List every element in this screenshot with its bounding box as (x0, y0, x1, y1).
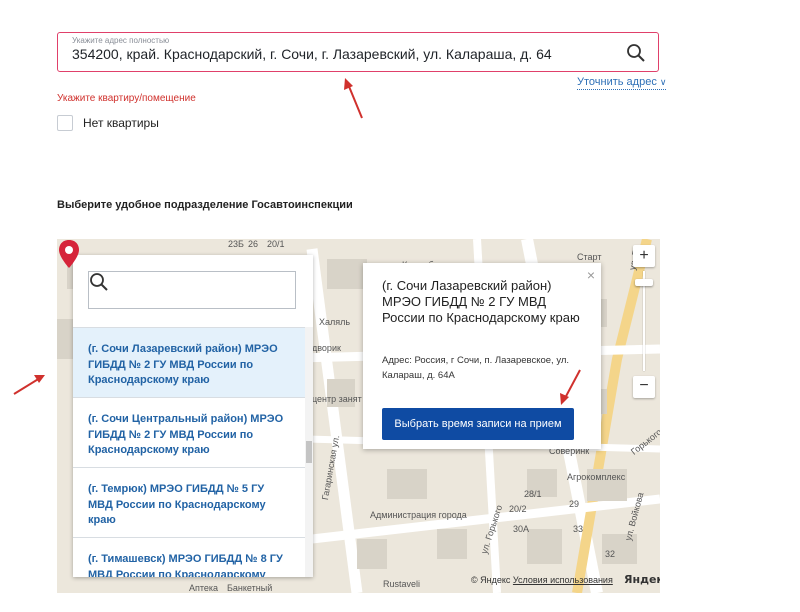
map[interactable]: 23Б 26 20/1 Коломбино Старт Халяль двори… (57, 239, 660, 593)
map-label: Старт (577, 252, 602, 262)
map-label: Аптека (189, 583, 219, 593)
address-input[interactable]: 354200, край. Краснодарский, г. Сочи, г.… (72, 46, 552, 62)
office-item-temryuk[interactable]: (г. Темрюк) МРЭО ГИБДД № 5 ГУ МВД России… (73, 467, 305, 537)
map-label: 20/1 (267, 239, 285, 249)
map-label: Банкетный (227, 583, 273, 593)
annotation-arrow-icon (344, 78, 363, 119)
list-scrollbar-thumb[interactable] (306, 441, 312, 463)
office-item-sochi-lazarevsky[interactable]: (г. Сочи Лазаревский район) МРЭО ГИБДД №… (73, 327, 305, 397)
map-label: дворик (312, 343, 341, 353)
map-label: Администрация города (370, 510, 467, 520)
apartment-error: Укажите квартиру/помещение (57, 93, 196, 104)
zoom-in-button[interactable]: + (633, 245, 655, 267)
map-label: 33 (573, 524, 584, 534)
office-list-panel: (г. Сочи Лазаревский район) МРЭО ГИБДД №… (73, 255, 313, 577)
map-label: 29 (569, 499, 580, 509)
office-popup: × (г. Сочи Лазаревский район) МРЭО ГИБДД… (363, 263, 601, 449)
no-apartment-checkbox[interactable] (57, 115, 73, 131)
zoom-slider-handle[interactable] (635, 279, 653, 286)
annotation-arrow-icon (13, 375, 45, 395)
popup-title: (г. Сочи Лазаревский район) МРЭО ГИБДД №… (382, 278, 580, 325)
chevron-down-icon: ∨ (659, 77, 667, 87)
map-label: 20/2 (509, 504, 527, 514)
map-label: 23Б (228, 239, 244, 249)
no-apartment-label[interactable]: Нет квартиры (83, 116, 159, 130)
office-item-sochi-central[interactable]: (г. Сочи Центральный район) МРЭО ГИБДД №… (73, 397, 305, 467)
office-search-input[interactable] (88, 271, 296, 309)
yandex-logo[interactable]: Яндекс (624, 573, 660, 586)
office-item-timashevsk[interactable]: (г. Тимашевск) МРЭО ГИБДД № 8 ГУ МВД Рос… (73, 537, 305, 577)
map-label: центр занят (312, 394, 362, 404)
location-marker-icon[interactable] (57, 239, 81, 269)
map-attribution: © Яндекс Условия использования (471, 575, 613, 585)
zoom-slider-track[interactable] (643, 271, 645, 371)
map-label: 28/1 (524, 489, 542, 499)
search-icon[interactable] (89, 272, 109, 292)
office-list: (г. Сочи Лазаревский район) МРЭО ГИБДД №… (73, 327, 305, 577)
map-label: Rustaveli (383, 579, 421, 589)
terms-of-use-link[interactable]: Условия использования (513, 575, 613, 585)
annotation-arrow-icon (560, 369, 581, 405)
address-field-label: Укажите адрес полностью (72, 36, 170, 45)
office-search-wrap (73, 255, 313, 327)
map-label: Халяль (319, 317, 351, 327)
zoom-out-button[interactable]: − (633, 376, 655, 398)
select-appointment-time-button[interactable]: Выбрать время записи на прием (382, 408, 574, 440)
map-label: 26 (248, 239, 259, 249)
address-field[interactable]: Укажите адрес полностью 354200, край. Кр… (57, 32, 659, 72)
refine-address-link[interactable]: Уточнить адрес ∨ (577, 76, 667, 90)
map-label: 30А (513, 524, 530, 534)
map-label: 32 (605, 549, 616, 559)
section-title: Выберите удобное подразделение Госавтоин… (57, 199, 353, 211)
search-icon[interactable] (626, 43, 646, 63)
map-label: Агрокомплекс (567, 472, 626, 482)
close-icon[interactable]: × (587, 267, 595, 283)
